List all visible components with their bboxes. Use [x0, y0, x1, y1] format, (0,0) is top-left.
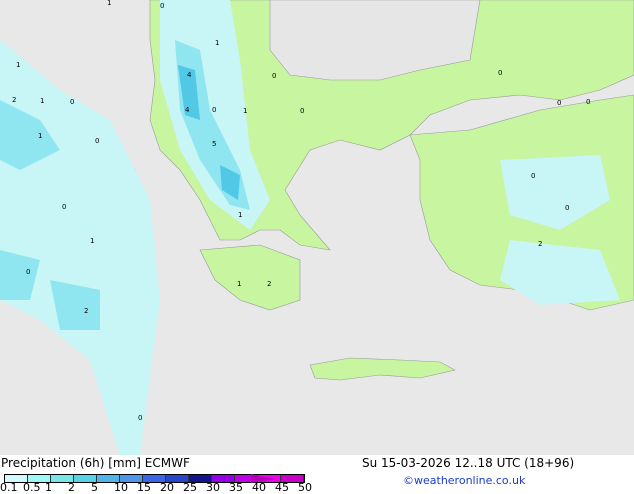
precip-value-label: 0: [70, 98, 74, 106]
precip-value-label: 1: [238, 211, 242, 219]
precip-value-label: 0: [498, 69, 502, 77]
precip-value-label: 1: [90, 237, 94, 245]
precip-value-label: 0: [212, 106, 216, 114]
precip-value-label: 1: [16, 61, 20, 69]
precip-value-label: 1: [243, 107, 247, 115]
precip-value-label: 0: [95, 137, 99, 145]
precip-value-label: 4: [185, 106, 190, 114]
precip-value-label: 4: [187, 71, 192, 79]
precip-value-label: 0: [586, 98, 590, 106]
precipitation-map: 1 0 1 2 4 1 0 4 0 1 0 1 5 0 1 0 1 2 0 2 0 1 1 2 0 0 0 0 0 0: [0, 0, 634, 455]
map-title: Precipitation (6h) [mm] ECMWF: [1, 456, 190, 470]
legend-tick: 0.5: [23, 481, 41, 494]
precip-value-label: 1: [40, 97, 44, 105]
precip-value-label: 1: [107, 0, 111, 7]
legend-tick: 5: [91, 481, 98, 494]
precip-value-label: 0: [557, 99, 561, 107]
precip-value-label: 0: [138, 414, 142, 422]
precip-value-label: 0: [272, 72, 276, 80]
precip-value-label: 1: [38, 132, 42, 140]
precip-value-label: 1: [215, 39, 219, 47]
precip-value-label: 0: [531, 172, 535, 180]
legend-tick: 40: [252, 481, 266, 494]
legend-tick: 20: [160, 481, 174, 494]
precip-value-label: 1: [237, 280, 241, 288]
precip-value-label: 0: [160, 2, 164, 10]
legend-tick: 2: [68, 481, 75, 494]
credit-link[interactable]: ©weatheronline.co.uk: [403, 474, 525, 487]
precip-value-label: 0: [26, 268, 30, 276]
legend-tick: 45: [275, 481, 289, 494]
precip-value-label: 2: [267, 280, 271, 288]
precip-value-label: 0: [300, 107, 304, 115]
legend-tick: 30: [206, 481, 220, 494]
precip-value-label: 2: [84, 307, 88, 315]
legend-tick: 0.1: [0, 481, 18, 494]
precip-value-label: 0: [565, 204, 569, 212]
valid-datetime: Su 15-03-2026 12..18 UTC (18+96): [362, 456, 575, 470]
precip-value-label: 2: [12, 96, 16, 104]
legend-tick: 35: [229, 481, 243, 494]
legend-tick: 25: [183, 481, 197, 494]
legend-tick: 50: [298, 481, 312, 494]
precip-value-label: 5: [212, 140, 216, 148]
precip-value-label: 2: [538, 240, 542, 248]
legend-tick: 1: [45, 481, 52, 494]
precip-value-label: 0: [62, 203, 66, 211]
legend-tick: 10: [114, 481, 128, 494]
legend-tick: 15: [137, 481, 151, 494]
